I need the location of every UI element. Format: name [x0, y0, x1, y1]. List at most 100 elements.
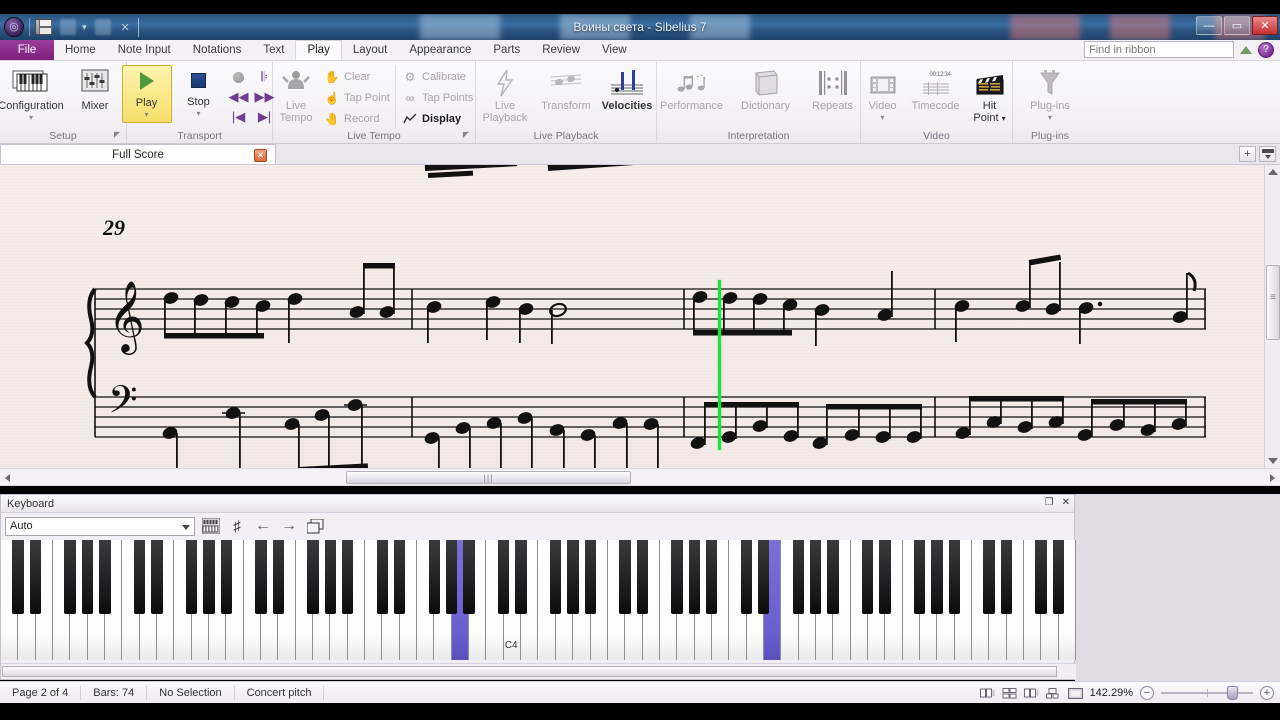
- panorama-view-icon[interactable]: [1046, 687, 1061, 699]
- black-key-19[interactable]: [341, 540, 354, 614]
- go-to-start-icon[interactable]: |◀: [232, 109, 245, 125]
- timecode-button[interactable]: 00:12:34 Timecode: [907, 65, 965, 112]
- black-key-47[interactable]: [827, 540, 839, 614]
- tab-home[interactable]: Home: [54, 40, 107, 60]
- transform-button[interactable]: Transform: [537, 65, 595, 112]
- black-key-25[interactable]: [445, 540, 458, 614]
- tap-point-button[interactable]: ☝ Tap Point: [321, 88, 395, 108]
- black-key-53[interactable]: [931, 540, 943, 614]
- mixer-button[interactable]: Mixer: [64, 65, 126, 112]
- setup-dialog-launcher-icon[interactable]: ◤: [114, 128, 120, 142]
- black-key-21[interactable]: [376, 540, 388, 614]
- black-key-56[interactable]: [983, 540, 995, 614]
- spreads-view-icon[interactable]: [1002, 687, 1017, 699]
- tab-text[interactable]: Text: [252, 40, 295, 60]
- zoom-in-button[interactable]: +: [1260, 686, 1274, 700]
- black-key-15[interactable]: [272, 540, 284, 614]
- chevron-down-icon[interactable]: ▾: [29, 112, 33, 124]
- score-canvas[interactable]: 29 𝄞 𝄢: [0, 165, 1280, 468]
- black-key-43[interactable]: [758, 540, 770, 614]
- close-window-button[interactable]: ✕: [1252, 16, 1278, 35]
- search-input[interactable]: [1084, 41, 1234, 58]
- score-vertical-scrollbar[interactable]: [1264, 165, 1280, 468]
- black-key-45[interactable]: [792, 540, 805, 614]
- chevron-down-icon[interactable]: ▾: [196, 108, 200, 120]
- close-icon[interactable]: ✕: [1062, 497, 1070, 508]
- zoom-slider[interactable]: [1161, 686, 1253, 700]
- configuration-button[interactable]: Configuration ▾: [0, 65, 64, 124]
- black-key-14[interactable]: [255, 540, 267, 614]
- performance-button[interactable]: Performance: [657, 65, 727, 112]
- black-key-32[interactable]: [567, 540, 579, 614]
- clear-button[interactable]: ✋ Clear: [321, 67, 395, 87]
- black-key-5[interactable]: [99, 540, 111, 614]
- black-key-12[interactable]: [220, 540, 232, 614]
- close-icon[interactable]: ✕: [254, 149, 267, 162]
- black-key-0[interactable]: [12, 540, 24, 614]
- arrow-right-icon[interactable]: →: [279, 516, 299, 536]
- collapse-ribbon-icon[interactable]: [1240, 45, 1252, 54]
- horizontal-scroll-thumb[interactable]: |||: [346, 471, 631, 484]
- black-key-49[interactable]: [862, 540, 874, 614]
- scroll-right-arrow-icon[interactable]: [1270, 474, 1275, 482]
- black-key-1[interactable]: [29, 540, 42, 614]
- new-tab-button[interactable]: +: [1239, 146, 1256, 162]
- vertical-scroll-thumb[interactable]: [1266, 265, 1280, 340]
- zoom-slider-thumb[interactable]: [1227, 686, 1238, 700]
- score-horizontal-scrollbar[interactable]: |||: [0, 468, 1280, 486]
- help-icon[interactable]: ?: [1258, 41, 1274, 58]
- tab-parts[interactable]: Parts: [482, 40, 531, 60]
- record-icon[interactable]: [233, 71, 244, 83]
- tab-notations[interactable]: Notations: [182, 40, 253, 60]
- black-key-7[interactable]: [133, 540, 146, 614]
- fullscreen-view-icon[interactable]: [1067, 687, 1083, 699]
- black-key-54[interactable]: [948, 540, 961, 614]
- scroll-left-arrow-icon[interactable]: [5, 474, 10, 482]
- record-live-tempo-button[interactable]: 🤚 Record: [321, 109, 395, 129]
- move-playback-line-icon[interactable]: 𝄆: [261, 69, 267, 85]
- black-key-38[interactable]: [671, 540, 683, 614]
- live-tempo-dialog-launcher-icon[interactable]: ◤: [463, 128, 469, 142]
- black-key-57[interactable]: [1000, 540, 1013, 614]
- horizontal-view-icon[interactable]: [1023, 687, 1039, 699]
- black-key-52[interactable]: [914, 540, 926, 614]
- black-key-22[interactable]: [393, 540, 406, 614]
- black-key-29[interactable]: [515, 540, 527, 614]
- chevron-down-icon[interactable]: ▾: [1048, 112, 1052, 124]
- black-key-11[interactable]: [203, 540, 215, 614]
- tab-appearance[interactable]: Appearance: [398, 40, 482, 60]
- chevron-down-icon[interactable]: ▾: [144, 109, 148, 121]
- black-key-18[interactable]: [324, 540, 336, 614]
- black-key-8[interactable]: [151, 540, 163, 614]
- chevron-down-icon[interactable]: [182, 524, 190, 530]
- tab-list-button[interactable]: [1259, 146, 1276, 162]
- tab-play[interactable]: Play: [295, 40, 342, 60]
- plugins-button[interactable]: Plug-ins ▾: [1019, 65, 1081, 124]
- velocities-button[interactable]: Velocities: [599, 65, 655, 112]
- tab-note-input[interactable]: Note Input: [107, 40, 182, 60]
- calibrate-button[interactable]: ⚙ Calibrate: [399, 67, 477, 87]
- input-device-select[interactable]: Auto: [5, 516, 195, 536]
- maximize-button[interactable]: ▭: [1224, 16, 1250, 35]
- stop-button[interactable]: Stop ▾: [178, 65, 220, 120]
- tab-file[interactable]: File: [0, 40, 54, 60]
- tab-layout[interactable]: Layout: [342, 40, 399, 60]
- black-key-36[interactable]: [636, 540, 649, 614]
- black-key-26[interactable]: [463, 540, 475, 614]
- video-button[interactable]: Video ▾: [861, 65, 905, 124]
- sharp-flat-icon[interactable]: ♯: [227, 516, 247, 536]
- black-key-3[interactable]: [64, 540, 76, 614]
- display-button[interactable]: Display: [399, 109, 477, 129]
- black-key-46[interactable]: [810, 540, 822, 614]
- go-to-end-icon[interactable]: ▶|: [258, 109, 271, 125]
- score-tab-full-score[interactable]: Full Score ✕: [0, 144, 276, 164]
- chevron-down-icon[interactable]: ▾: [880, 112, 884, 124]
- copy-windows-icon[interactable]: [305, 516, 325, 536]
- keyboard-scroll-thumb[interactable]: [2, 666, 1057, 677]
- dictionary-button[interactable]: Dictionary: [733, 65, 799, 112]
- black-key-39[interactable]: [688, 540, 701, 614]
- tap-points-button[interactable]: ∞ Tap Points: [399, 88, 477, 108]
- scroll-down-arrow-icon[interactable]: [1268, 458, 1278, 464]
- minimize-button[interactable]: —: [1196, 16, 1222, 35]
- chevron-down-icon[interactable]: ▾: [1002, 114, 1006, 123]
